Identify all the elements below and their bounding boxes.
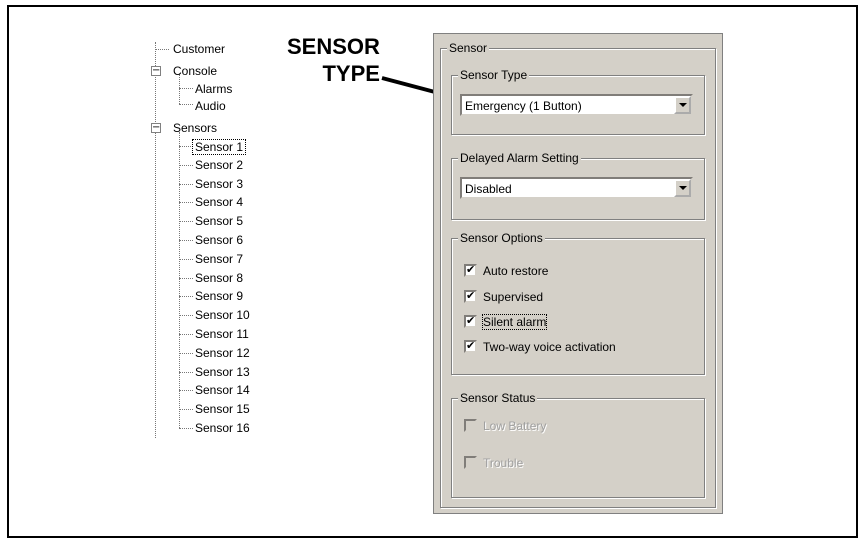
tree-line (179, 296, 193, 297)
two-way-voice-label: Two-way voice activation (483, 340, 616, 354)
sensor-options-group: Sensor Options Auto restore Supervised S… (451, 231, 705, 375)
sensor-options-label: Sensor Options (458, 231, 545, 245)
tree-line (179, 165, 193, 166)
checkbox-checked-icon[interactable] (464, 314, 477, 328)
sensor-type-label: Sensor Type (458, 68, 530, 82)
trouble-label: Trouble (483, 456, 524, 470)
dropdown-arrow-icon[interactable] (674, 179, 691, 197)
checkbox-checked-icon[interactable] (464, 339, 477, 353)
tree-item-sensor[interactable]: Sensor 16 (195, 421, 250, 435)
tree-line (179, 315, 193, 316)
delayed-alarm-label: Delayed Alarm Setting (458, 151, 581, 165)
tree-item-console[interactable]: Console (173, 64, 217, 78)
tree-item-audio[interactable]: Audio (195, 99, 226, 113)
tree-line (179, 428, 193, 429)
tree-line (179, 372, 193, 373)
callout-line-2: TYPE (322, 61, 380, 86)
collapse-icon[interactable]: − (151, 123, 161, 133)
sensor-type-callout: SENSOR TYPE (287, 33, 380, 87)
dropdown-arrow-icon[interactable] (674, 96, 691, 114)
low-battery-label: Low Battery (483, 419, 547, 433)
tree-line (179, 334, 193, 335)
checkbox-checked-icon[interactable] (464, 289, 477, 303)
sensor-type-select[interactable]: Emergency (1 Button) (460, 94, 693, 116)
silent-alarm-label: Silent alarm (481, 314, 548, 330)
tree-line (179, 353, 193, 354)
checkbox-checked-icon[interactable] (464, 263, 477, 277)
tree-item-sensor[interactable]: Sensor 9 (195, 289, 243, 303)
delayed-alarm-select[interactable]: Disabled (460, 177, 693, 199)
sensor-type-group: Sensor Type Emergency (1 Button) (451, 68, 705, 135)
tree-line (179, 132, 180, 428)
sensor-group: Sensor Sensor Type Emergency (1 Button) … (440, 41, 716, 508)
sensor-status-group: Sensor Status Low Battery Trouble (451, 391, 705, 498)
sensor-type-value: Emergency (1 Button) (465, 99, 582, 113)
tree-line (179, 278, 193, 279)
tree-item-sensor[interactable]: Sensor 6 (195, 233, 243, 247)
checkbox-unchecked-icon (464, 456, 477, 469)
tree-item-sensor[interactable]: Sensor 12 (195, 346, 250, 360)
tree-item-sensor[interactable]: Sensor 11 (195, 327, 249, 341)
tree-item-alarms[interactable]: Alarms (195, 82, 232, 96)
tree-item-sensor[interactable]: Sensor 10 (195, 308, 250, 322)
tree-line (179, 74, 180, 104)
tree-line (179, 390, 193, 391)
tree-item-sensors[interactable]: Sensors (173, 121, 217, 135)
tree-item-sensor[interactable]: Sensor 4 (195, 195, 243, 209)
tree-item-sensor[interactable]: Sensor 2 (195, 158, 243, 172)
delayed-alarm-value: Disabled (465, 182, 512, 196)
tree-item-sensor[interactable]: Sensor 5 (195, 214, 243, 228)
tree-item-sensor[interactable]: Sensor 8 (195, 271, 243, 285)
checkbox-unchecked-icon (464, 419, 477, 432)
tree-line (179, 184, 193, 185)
sensor-group-label: Sensor (447, 41, 490, 55)
tree-line (179, 146, 193, 147)
tree-item-sensor[interactable]: Sensor 13 (195, 365, 250, 379)
tree-line (155, 42, 156, 438)
callout-line-1: SENSOR (287, 34, 380, 59)
navigation-tree: Customer − Console Alarms Audio − Sensor… (150, 42, 270, 442)
delayed-alarm-group: Delayed Alarm Setting Disabled (451, 151, 705, 220)
tree-item-sensor[interactable]: Sensor 15 (195, 402, 250, 416)
tree-item-sensor[interactable]: Sensor 3 (195, 177, 243, 191)
tree-line (179, 240, 193, 241)
auto-restore-label: Auto restore (483, 264, 549, 278)
tree-line (179, 221, 193, 222)
tree-item-sensor[interactable]: Sensor 7 (195, 252, 243, 266)
tree-line (179, 202, 193, 203)
tree-item-sensor[interactable]: Sensor 1 (192, 139, 247, 155)
supervised-label: Supervised (483, 290, 544, 304)
tree-line (179, 259, 193, 260)
sensor-properties-panel: Sensor Sensor Type Emergency (1 Button) … (433, 33, 723, 514)
tree-item-customer[interactable]: Customer (173, 42, 225, 56)
sensor-status-label: Sensor Status (458, 391, 538, 405)
tree-item-sensor[interactable]: Sensor 14 (195, 383, 250, 397)
collapse-icon[interactable]: − (151, 66, 161, 76)
tree-line (179, 409, 193, 410)
